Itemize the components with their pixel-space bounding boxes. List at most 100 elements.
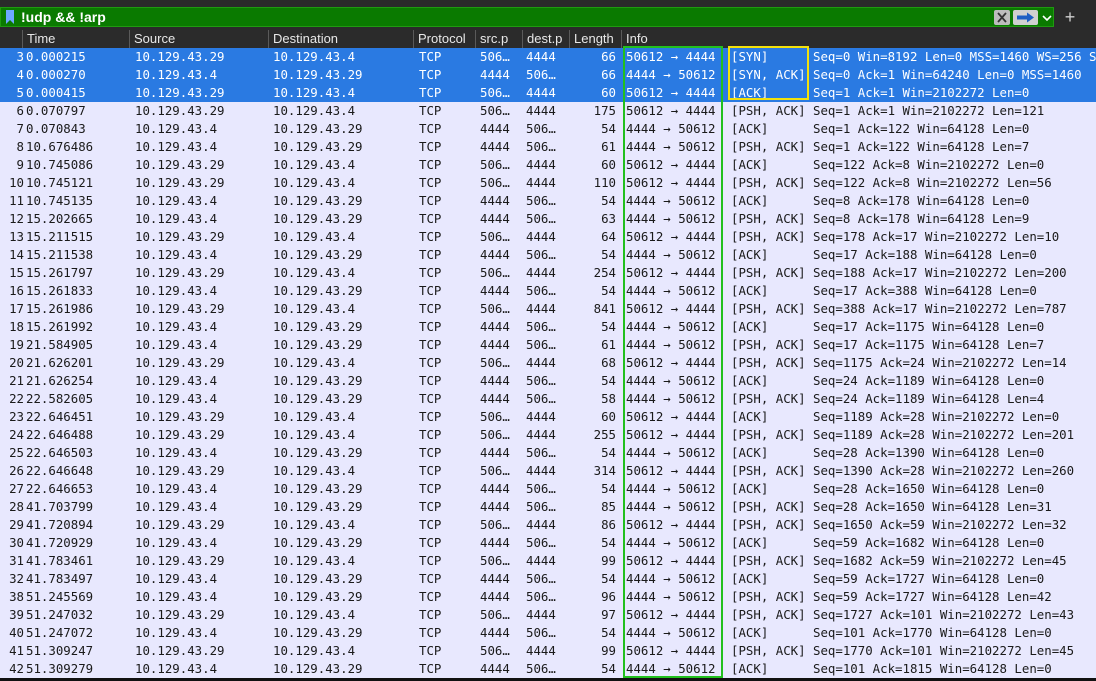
packet-info-details: Seq=17 Ack=388 Win=64128 Len=0 <box>813 283 1037 298</box>
packet-row[interactable]: 8 10.676486 10.129.43.4 10.129.43.29 TCP 4444… <box>0 138 1096 156</box>
packet-source: 10.129.43.4 <box>135 391 218 406</box>
packet-source: 10.129.43.29 <box>135 49 225 64</box>
packet-row[interactable]: 32 41.783497 10.129.43.4 10.129.43.29 TCP 444… <box>0 570 1096 588</box>
packet-row[interactable]: 6 0.070797 10.129.43.29 10.129.43.4 TCP 506… 4… <box>0 102 1096 120</box>
packet-number: 16 <box>9 283 24 298</box>
column-header-destination[interactable]: Destination <box>268 30 413 48</box>
packet-info-ports: 50612 → 4444 <box>626 157 716 172</box>
packet-row[interactable]: 27 22.646653 10.129.43.4 10.129.43.29 TCP 444… <box>0 480 1096 498</box>
packet-row[interactable]: 16 15.261833 10.129.43.4 10.129.43.29 TCP 444… <box>0 282 1096 300</box>
packet-row[interactable]: 3 0.000215 10.129.43.29 10.129.43.4 TCP 506… 4… <box>0 48 1096 66</box>
packet-time: 15.211515 <box>26 229 94 244</box>
packet-row[interactable]: 7 0.070843 10.129.43.4 10.129.43.29 TCP 4444 5… <box>0 120 1096 138</box>
packet-source: 10.129.43.29 <box>135 643 225 658</box>
packet-info-ports: 4444 → 50612 <box>626 67 716 82</box>
packet-row[interactable]: 24 22.646488 10.129.43.29 10.129.43.4 TCP 506… <box>0 426 1096 444</box>
clear-filter-button[interactable] <box>994 10 1010 25</box>
packet-length: 841 <box>593 301 616 316</box>
packet-src-port: 506… <box>480 463 510 478</box>
packet-info-flags: [PSH, ACK] <box>731 553 806 568</box>
packet-time: 0.070843 <box>26 121 86 136</box>
packet-row[interactable]: 41 51.309247 10.129.43.29 10.129.43.4 TCP 506… <box>0 642 1096 660</box>
column-header-protocol[interactable]: Protocol <box>413 30 475 48</box>
packet-row[interactable]: 31 41.783461 10.129.43.29 10.129.43.4 TCP 506… <box>0 552 1096 570</box>
packet-row[interactable]: 4 0.000270 10.129.43.4 10.129.43.29 TCP 4444 5… <box>0 66 1096 84</box>
packet-info-ports: 50612 → 4444 <box>626 463 716 478</box>
packet-number: 39 <box>9 607 24 622</box>
packet-row[interactable]: 28 41.703799 10.129.43.4 10.129.43.29 TCP 444… <box>0 498 1096 516</box>
packet-row[interactable]: 14 15.211538 10.129.43.4 10.129.43.29 TCP 444… <box>0 246 1096 264</box>
packet-row[interactable]: 29 41.720894 10.129.43.29 10.129.43.4 TCP 506… <box>0 516 1096 534</box>
column-header-no[interactable] <box>0 30 22 48</box>
packet-time: 41.703799 <box>26 499 94 514</box>
packet-destination: 10.129.43.29 <box>273 499 363 514</box>
bookmark-icon[interactable] <box>5 10 15 24</box>
packet-info-details: Seq=1727 Ack=101 Win=2102272 Len=43 <box>813 607 1075 622</box>
display-filter-field[interactable] <box>0 7 1054 27</box>
packet-protocol: TCP <box>419 175 442 190</box>
packet-row[interactable]: 30 41.720929 10.129.43.4 10.129.43.29 TCP 444… <box>0 534 1096 552</box>
packet-src-port: 506… <box>480 355 510 370</box>
packet-row[interactable]: 39 51.247032 10.129.43.29 10.129.43.4 TCP 506… <box>0 606 1096 624</box>
packet-number: 23 <box>9 409 24 424</box>
packet-row[interactable]: 17 15.261986 10.129.43.29 10.129.43.4 TCP 506… <box>0 300 1096 318</box>
packet-info-details: Seq=188 Ack=17 Win=2102272 Len=200 <box>813 265 1067 280</box>
packet-number: 41 <box>9 643 24 658</box>
packet-row[interactable]: 38 51.245569 10.129.43.4 10.129.43.29 TCP 444… <box>0 588 1096 606</box>
column-header-time[interactable]: Time <box>22 30 129 48</box>
packet-row[interactable]: 26 22.646648 10.129.43.29 10.129.43.4 TCP 506… <box>0 462 1096 480</box>
packet-number: 8 <box>16 139 24 154</box>
packet-row[interactable]: 12 15.202665 10.129.43.4 10.129.43.29 TCP 444… <box>0 210 1096 228</box>
display-filter-input[interactable] <box>21 8 981 26</box>
packet-row[interactable]: 25 22.646503 10.129.43.4 10.129.43.29 TCP 444… <box>0 444 1096 462</box>
packet-source: 10.129.43.4 <box>135 337 218 352</box>
packet-source: 10.129.43.29 <box>135 301 225 316</box>
packet-destination: 10.129.43.29 <box>273 211 363 226</box>
add-filter-button[interactable]: + <box>1062 7 1078 27</box>
column-header-source[interactable]: Source <box>129 30 268 48</box>
packet-row[interactable]: 42 51.309279 10.129.43.4 10.129.43.29 TCP 444… <box>0 660 1096 678</box>
packet-row[interactable]: 5 0.000415 10.129.43.29 10.129.43.4 TCP 506… 4… <box>0 84 1096 102</box>
packet-row[interactable]: 10 10.745121 10.129.43.29 10.129.43.4 TCP 506… <box>0 174 1096 192</box>
packet-row[interactable]: 19 21.584905 10.129.43.4 10.129.43.29 TCP 444… <box>0 336 1096 354</box>
column-header-length[interactable]: Length <box>569 30 621 48</box>
packet-row[interactable]: 18 15.261992 10.129.43.4 10.129.43.29 TCP 444… <box>0 318 1096 336</box>
packet-info-ports: 50612 → 4444 <box>626 265 716 280</box>
packet-length: 60 <box>601 85 616 100</box>
packet-destination: 10.129.43.4 <box>273 409 356 424</box>
packet-row[interactable]: 22 22.582605 10.129.43.4 10.129.43.29 TCP 444… <box>0 390 1096 408</box>
packet-length: 66 <box>601 67 616 82</box>
packet-source: 10.129.43.4 <box>135 67 218 82</box>
packet-dest-port: 506… <box>526 445 556 460</box>
packet-row[interactable]: 11 10.745135 10.129.43.4 10.129.43.29 TCP 444… <box>0 192 1096 210</box>
packet-destination: 10.129.43.29 <box>273 247 363 262</box>
packet-info-details: Seq=1682 Ack=59 Win=2102272 Len=45 <box>813 553 1067 568</box>
filter-history-dropdown[interactable] <box>1041 10 1053 25</box>
packet-dest-port: 4444 <box>526 175 556 190</box>
column-header-src-port[interactable]: src.p <box>475 30 522 48</box>
packet-number: 38 <box>9 589 24 604</box>
packet-row[interactable]: 21 21.626254 10.129.43.4 10.129.43.29 TCP 444… <box>0 372 1096 390</box>
packet-info-details: Seq=24 Ack=1189 Win=64128 Len=4 <box>813 391 1045 406</box>
packet-time: 10.745121 <box>26 175 94 190</box>
packet-row[interactable]: 15 15.261797 10.129.43.29 10.129.43.4 TCP 506… <box>0 264 1096 282</box>
packet-src-port: 506… <box>480 265 510 280</box>
packet-row[interactable]: 40 51.247072 10.129.43.4 10.129.43.29 TCP 444… <box>0 624 1096 642</box>
packet-number: 18 <box>9 319 24 334</box>
apply-filter-button[interactable] <box>1013 10 1038 25</box>
packet-src-port: 4444 <box>480 625 510 640</box>
packet-length: 61 <box>601 139 616 154</box>
packet-row[interactable]: 13 15.211515 10.129.43.29 10.129.43.4 TCP 506… <box>0 228 1096 246</box>
packet-source: 10.129.43.4 <box>135 625 218 640</box>
packet-row[interactable]: 20 21.626201 10.129.43.29 10.129.43.4 TCP 506… <box>0 354 1096 372</box>
packet-protocol: TCP <box>419 265 442 280</box>
packet-src-port: 506… <box>480 157 510 172</box>
packet-dest-port: 506… <box>526 283 556 298</box>
packet-row[interactable]: 9 10.745086 10.129.43.29 10.129.43.4 TCP 506…… <box>0 156 1096 174</box>
packet-destination: 10.129.43.4 <box>273 355 356 370</box>
column-header-info[interactable]: Info <box>621 30 1096 48</box>
packet-row[interactable]: 23 22.646451 10.129.43.29 10.129.43.4 TCP 506… <box>0 408 1096 426</box>
packet-dest-port: 4444 <box>526 409 556 424</box>
packet-number: 32 <box>9 571 24 586</box>
column-header-dest-port[interactable]: dest.p <box>522 30 569 48</box>
